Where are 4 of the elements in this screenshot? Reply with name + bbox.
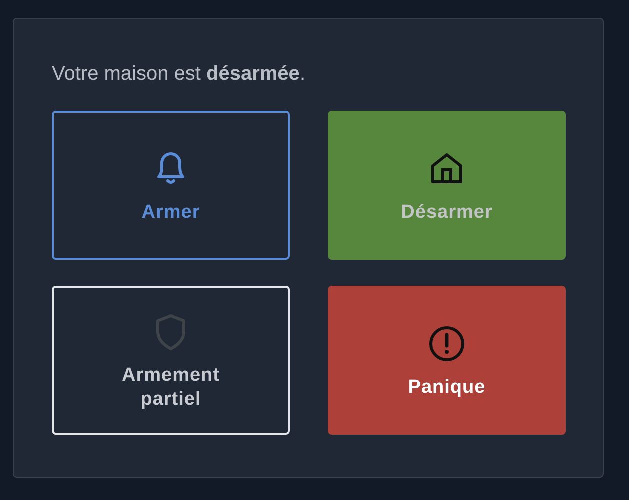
action-button[interactable]: Armement partiel bbox=[52, 286, 290, 435]
status-message: Votre maison est désarmée. bbox=[52, 62, 306, 87]
action-button[interactable]: Armer bbox=[52, 111, 290, 260]
action-button[interactable]: Panique bbox=[328, 286, 566, 435]
